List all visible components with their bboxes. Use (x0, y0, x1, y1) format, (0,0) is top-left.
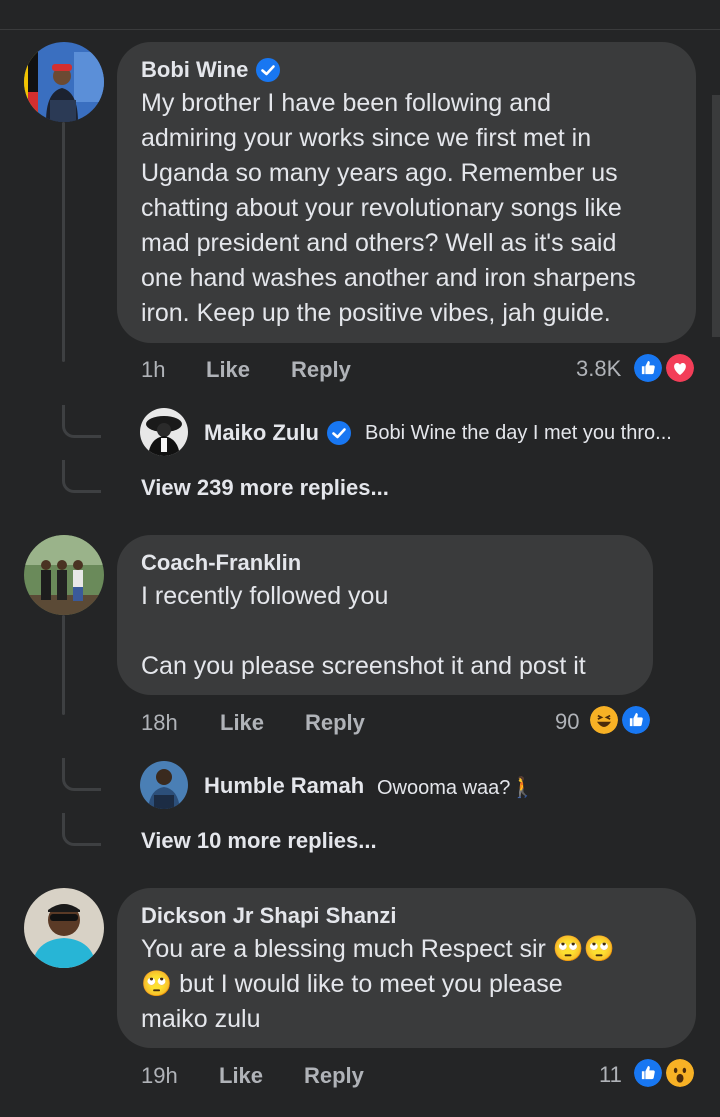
love-reaction-icon (664, 352, 696, 384)
like-button[interactable]: Like (220, 710, 264, 736)
reply-preview-text[interactable]: Owooma waa?🚶 (377, 775, 535, 800)
reply-author-name[interactable]: Maiko Zulu (204, 420, 319, 446)
avatar[interactable] (24, 535, 104, 615)
comment-line: one hand washes another and iron sharpen… (141, 264, 636, 292)
reply-avatar[interactable] (140, 408, 188, 456)
haha-reaction-icon (588, 704, 620, 736)
thread-line (62, 615, 65, 715)
like-button[interactable]: Like (219, 1063, 263, 1089)
comment-line (141, 614, 641, 649)
comment-line: maiko zulu (141, 1005, 261, 1033)
comment-line: iron. Keep up the positive vibes, jah gu… (141, 299, 611, 327)
comment-text: I recently followed you Can you please s… (141, 579, 641, 684)
reaction-count[interactable]: 90 (555, 709, 579, 735)
comment-timestamp[interactable]: 18h (141, 710, 178, 736)
author-name[interactable]: Bobi Wine (141, 57, 248, 83)
thread-line (62, 122, 65, 362)
comment-author[interactable]: Bobi Wine (141, 57, 281, 83)
verified-badge-icon (326, 421, 351, 445)
view-more-replies-link[interactable]: View 10 more replies... (141, 828, 377, 854)
author-name[interactable]: Coach-Franklin (141, 550, 301, 576)
comment-text: My brother I have been following and adm… (141, 86, 686, 331)
comment-line: Uganda so many years ago. Remember us (141, 159, 618, 187)
reply-button[interactable]: Reply (305, 710, 365, 736)
reply-button[interactable]: Reply (304, 1063, 364, 1089)
comment-author[interactable]: Dickson Jr Shapi Shanzi (141, 903, 397, 929)
view-more-replies-link[interactable]: View 239 more replies... (141, 475, 389, 501)
reply-author[interactable]: Humble Ramah (204, 773, 364, 799)
like-button[interactable]: Like (206, 357, 250, 383)
comment-text: You are a blessing much Respect sir 🙄🙄 🙄… (141, 932, 686, 1037)
thread-connector (62, 758, 101, 791)
like-reaction-icon (620, 704, 652, 736)
reply-author-name[interactable]: Humble Ramah (204, 773, 364, 799)
wow-reaction-icon (664, 1057, 696, 1089)
avatar[interactable] (24, 888, 104, 968)
comment-line: chatting about your revolutionary songs … (141, 194, 622, 222)
scrollbar[interactable] (712, 95, 720, 337)
reply-button[interactable]: Reply (291, 357, 351, 383)
comment-author[interactable]: Coach-Franklin (141, 550, 301, 576)
thread-connector (62, 405, 101, 438)
reply-preview-text[interactable]: Bobi Wine the day I met you thro... (365, 422, 672, 445)
comment-line: I recently followed you (141, 582, 389, 610)
like-reaction-icon (632, 352, 664, 384)
like-reaction-icon (632, 1057, 664, 1089)
comment-line: You are a blessing much Respect sir 🙄🙄 (141, 935, 616, 963)
comment-line: 🙄 but I would like to meet you please (141, 970, 563, 998)
top-divider (0, 29, 720, 30)
comment-line: admiring your works since we first met i… (141, 124, 592, 152)
comment-timestamp[interactable]: 19h (141, 1063, 178, 1089)
reply-author[interactable]: Maiko Zulu (204, 420, 351, 446)
comment-line: mad president and others? Well as it's s… (141, 229, 617, 257)
thread-connector (62, 813, 101, 846)
comment-line: Can you please screenshot it and post it (141, 652, 586, 680)
reply-avatar[interactable] (140, 761, 188, 809)
comment-line: My brother I have been following and (141, 89, 551, 117)
avatar[interactable] (24, 42, 104, 122)
comment-timestamp[interactable]: 1h (141, 357, 165, 383)
reaction-count[interactable]: 11 (599, 1062, 622, 1088)
author-name[interactable]: Dickson Jr Shapi Shanzi (141, 903, 397, 929)
verified-badge-icon (256, 58, 281, 82)
reaction-count[interactable]: 3.8K (576, 356, 621, 382)
thread-connector (62, 460, 101, 493)
